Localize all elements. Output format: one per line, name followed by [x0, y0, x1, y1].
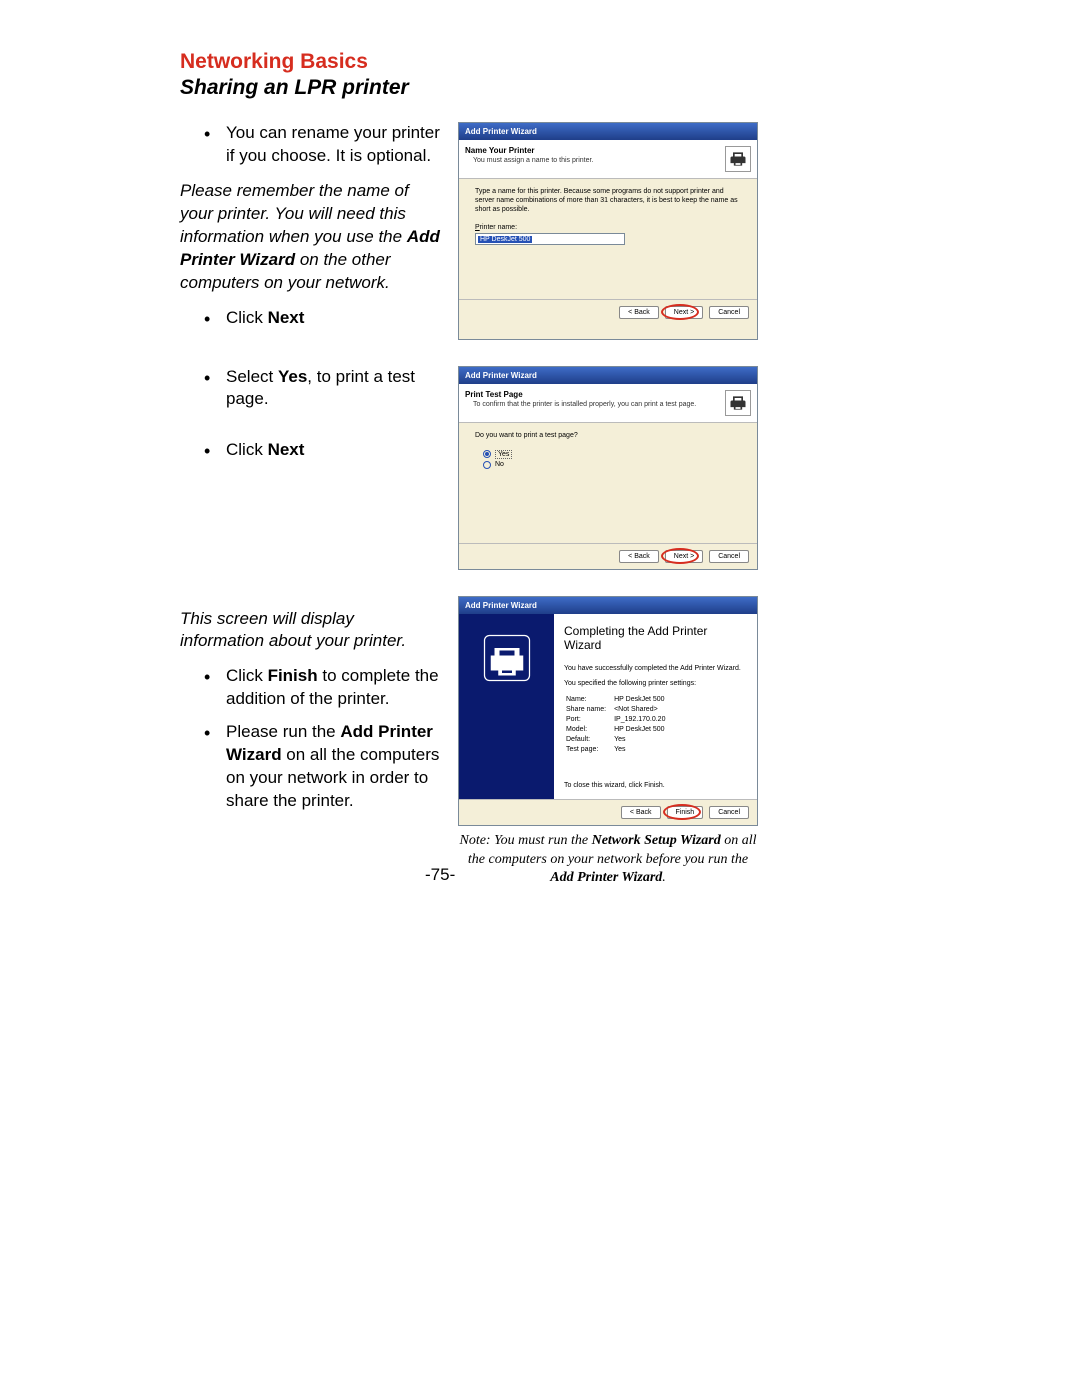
- wizard1-body: Type a name for this printer. Because so…: [459, 179, 757, 299]
- section-subtitle: Sharing an LPR printer: [180, 76, 900, 100]
- radio-yes[interactable]: Yes: [483, 450, 741, 459]
- wizard2-titlebar: Add Printer Wizard: [459, 367, 757, 384]
- instructions-3: This screen will display information abo…: [180, 596, 440, 889]
- next-button[interactable]: Next >: [665, 550, 703, 563]
- wizard2-header-title: Print Test Page: [465, 390, 725, 399]
- printer-settings-table: Name:HP DeskJet 500 Share name:<Not Shar…: [564, 694, 673, 756]
- bullet-click-finish: Click Finish to complete the addition of…: [226, 665, 440, 711]
- footnote: Note: You must run the Network Setup Wiz…: [458, 832, 758, 889]
- cancel-button[interactable]: Cancel: [709, 550, 749, 563]
- wizard3-column: Add Printer Wizard Completing the Add Pr…: [458, 596, 758, 889]
- printer-large-icon: [477, 628, 537, 688]
- bullet-click-next-1: Click Next: [226, 307, 440, 330]
- wizard-test-page: Add Printer Wizard Print Test Page To co…: [458, 366, 758, 570]
- instructions-2: Select Yes, to print a test page. Click …: [180, 366, 440, 570]
- instructions-1: You can rename your printer if you choos…: [180, 122, 440, 340]
- wizard2-question: Do you want to print a test page?: [475, 431, 741, 440]
- page-number: -75-: [425, 865, 455, 885]
- wizard2-footer: < Back Next > Cancel: [459, 543, 757, 569]
- wizard3-completing-title: Completing the Add Printer Wizard: [564, 624, 747, 652]
- wizard1-instr: Type a name for this printer. Because so…: [475, 187, 741, 214]
- row-1: You can rename your printer if you choos…: [180, 122, 900, 340]
- bullet-select-yes: Select Yes, to print a test page.: [226, 366, 440, 412]
- wizard3-content: Completing the Add Printer Wizard You ha…: [554, 614, 757, 799]
- bullet-click-next-2: Click Next: [226, 439, 440, 462]
- printer-name-input[interactable]: HP DeskJet 500: [475, 233, 625, 245]
- wizard1-titlebar: Add Printer Wizard: [459, 123, 757, 140]
- document-page: Networking Basics Sharing an LPR printer…: [0, 0, 1080, 888]
- wizard3-desc2: You specified the following printer sett…: [564, 679, 747, 688]
- printer-icon: [725, 390, 751, 416]
- wizard3-footer: < Back Finish Cancel: [459, 799, 757, 825]
- finish-button[interactable]: Finish: [667, 806, 704, 819]
- wizard1-header: Name Your Printer You must assign a name…: [459, 140, 757, 179]
- note-remember: Please remember the name of your printer…: [180, 180, 440, 295]
- wizard2-header-sub: To confirm that the printer is installed…: [465, 401, 725, 408]
- wizard-completing: Add Printer Wizard Completing the Add Pr…: [458, 596, 758, 826]
- back-button[interactable]: < Back: [619, 306, 659, 319]
- cancel-button[interactable]: Cancel: [709, 306, 749, 319]
- cancel-button[interactable]: Cancel: [709, 806, 749, 819]
- section-title: Networking Basics: [180, 50, 900, 74]
- wizard1-header-sub: You must assign a name to this printer.: [465, 157, 725, 164]
- wizard3-titlebar: Add Printer Wizard: [459, 597, 757, 614]
- wizard2-body: Do you want to print a test page? Yes No: [459, 423, 757, 543]
- wizard3-desc1: You have successfully completed the Add …: [564, 664, 747, 673]
- next-button[interactable]: Next >: [665, 306, 703, 319]
- radio-off-icon: [483, 461, 491, 469]
- wizard1-header-title: Name Your Printer: [465, 146, 725, 155]
- printer-name-value: HP DeskJet 500: [478, 236, 532, 243]
- wizard3-body: Completing the Add Printer Wizard You ha…: [459, 614, 757, 799]
- wizard3-side-graphic: [459, 614, 554, 799]
- wizard1-footer: < Back Next > Cancel: [459, 299, 757, 325]
- bullet-run-wizard: Please run the Add Printer Wizard on all…: [226, 721, 440, 813]
- bullet-rename: You can rename your printer if you choos…: [226, 122, 440, 168]
- wizard2-header: Print Test Page To confirm that the prin…: [459, 384, 757, 423]
- note-screen-display: This screen will display information abo…: [180, 608, 440, 654]
- row-2: Select Yes, to print a test page. Click …: [180, 366, 900, 570]
- back-button[interactable]: < Back: [619, 550, 659, 563]
- wizard-name-printer: Add Printer Wizard Name Your Printer You…: [458, 122, 758, 340]
- back-button[interactable]: < Back: [621, 806, 661, 819]
- wizard3-close-msg: To close this wizard, click Finish.: [564, 782, 747, 789]
- row-3: This screen will display information abo…: [180, 596, 900, 889]
- radio-on-icon: [483, 450, 491, 458]
- wizard1-field-label: Printer name:: [475, 224, 741, 231]
- printer-icon: [725, 146, 751, 172]
- radio-no[interactable]: No: [483, 461, 741, 469]
